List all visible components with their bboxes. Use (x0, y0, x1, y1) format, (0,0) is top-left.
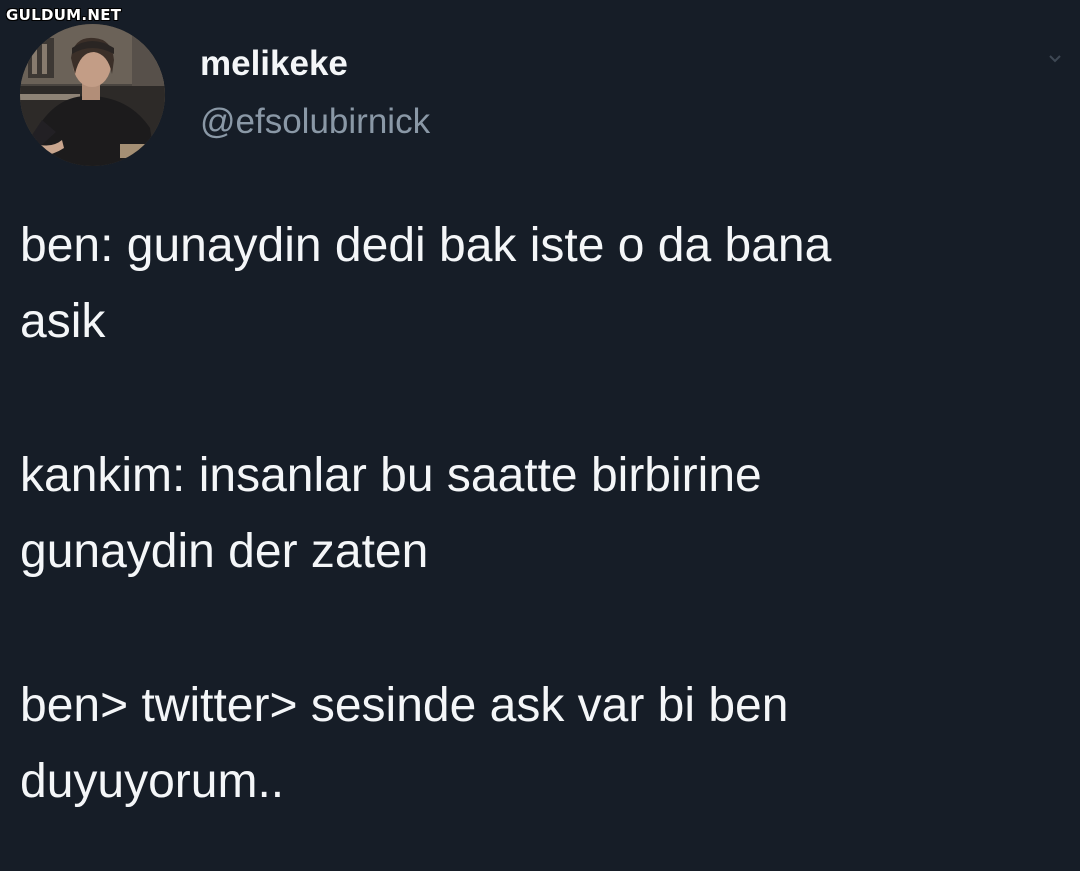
tweet-line: asik (20, 295, 106, 348)
chevron-down-icon[interactable] (1048, 52, 1062, 66)
user-names: melikeke @efsolubirnick (200, 42, 430, 144)
avatar[interactable] (20, 24, 165, 166)
tweet-line: kankim: insanlar bu saatte birbirine (20, 449, 762, 502)
tweet-header: melikeke @efsolubirnick (20, 24, 1062, 166)
tweet-line: ben> twitter> sesinde ask var bi ben (20, 679, 789, 732)
display-name[interactable]: melikeke (200, 42, 430, 86)
user-handle[interactable]: @efsolubirnick (200, 100, 430, 144)
tweet-line: duyuyorum.. (20, 755, 285, 808)
tweet-paragraph: ben> twitter> sesinde ask var bi ben duy… (20, 668, 1070, 820)
tweet-line: gunaydin der zaten (20, 525, 429, 578)
profile-photo-icon (20, 24, 165, 166)
tweet-paragraph: ben: gunaydin dedi bak iste o da bana as… (20, 208, 1070, 360)
tweet-text: ben: gunaydin dedi bak iste o da bana as… (20, 208, 1070, 820)
tweet-paragraph: kankim: insanlar bu saatte birbirine gun… (20, 438, 1070, 590)
tweet-line: ben: gunaydin dedi bak iste o da bana (20, 219, 832, 272)
